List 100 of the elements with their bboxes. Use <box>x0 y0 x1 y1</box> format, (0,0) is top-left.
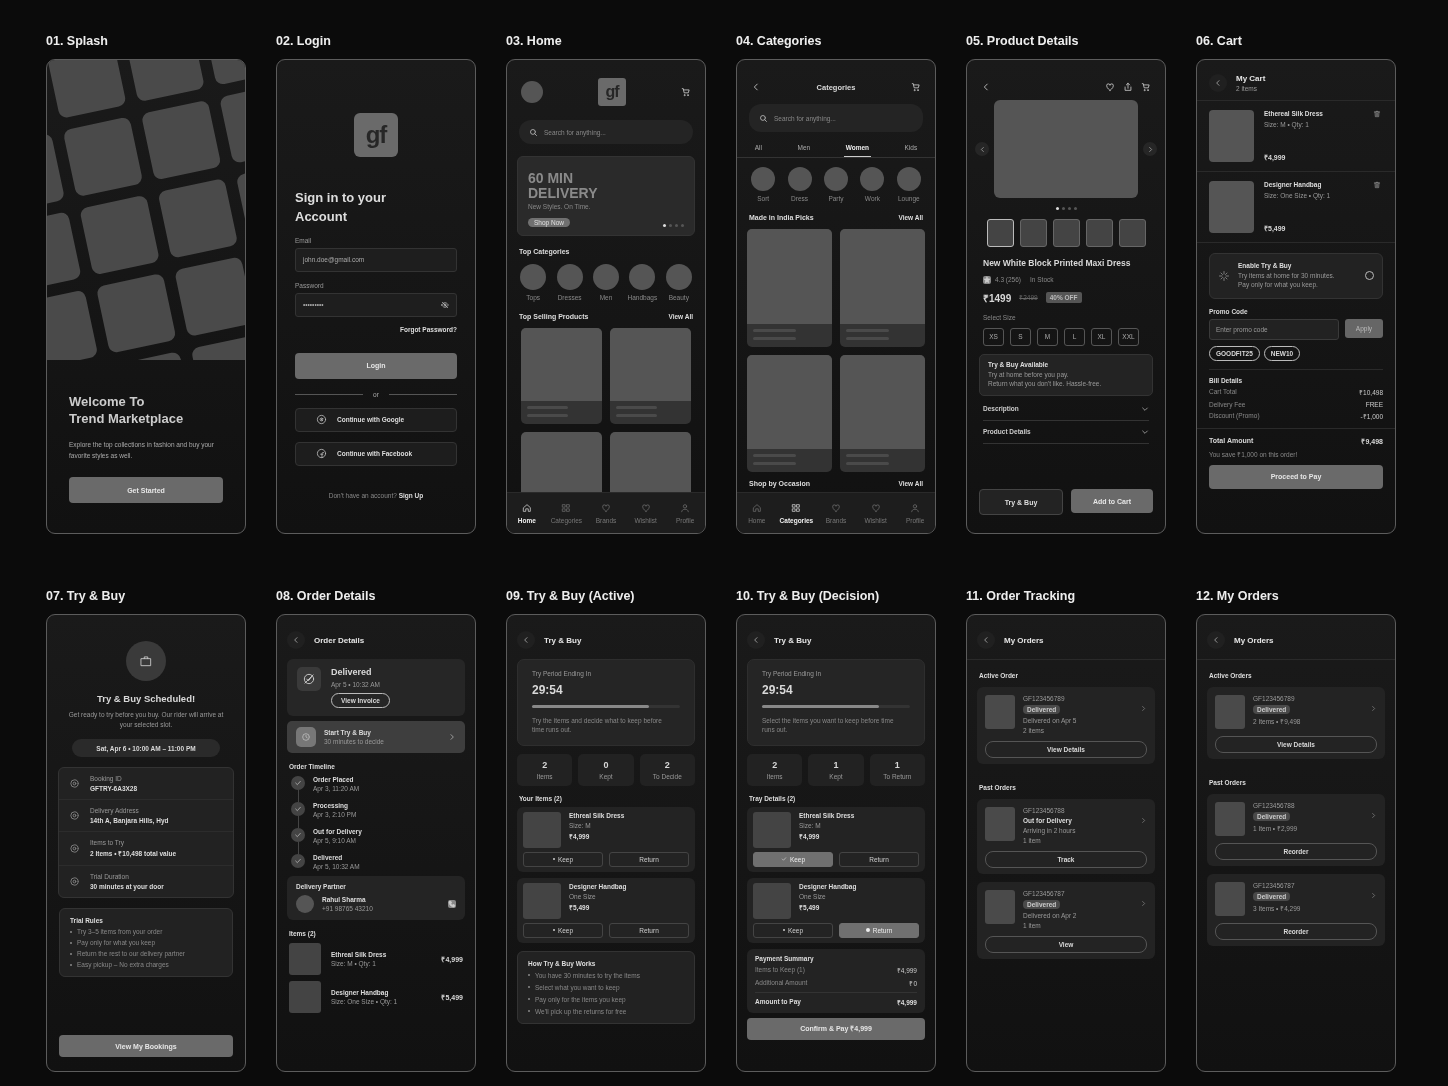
cart-icon[interactable] <box>1141 82 1151 92</box>
carousel-dot[interactable] <box>1073 207 1077 210</box>
cart-icon[interactable] <box>911 82 921 92</box>
welcome-heading: Welcome To Trend Marketplace <box>69 394 185 429</box>
chevron-icon[interactable] <box>1141 427 1149 436</box>
product-thumbnail <box>753 811 791 848</box>
screen-title: 03. Home <box>506 33 563 49</box>
check-icon[interactable] <box>780 856 787 863</box>
avatar <box>296 895 314 913</box>
back-icon[interactable] <box>1212 636 1220 644</box>
product-thumbnail <box>985 807 1015 841</box>
thumbnail[interactable] <box>1118 219 1146 247</box>
price: ₹1499 <box>983 291 1012 305</box>
product-card-placeholder[interactable] <box>610 328 691 424</box>
product-name: New White Block Printed Maxi Dress <box>983 258 1132 270</box>
trash-icon[interactable] <box>1373 181 1381 189</box>
logo: gf <box>598 78 626 106</box>
countdown: 29:54 <box>532 683 564 697</box>
screen-title: 07. Try & Buy <box>46 588 127 604</box>
thumbnail[interactable] <box>1085 219 1113 247</box>
countdown: 29:54 <box>762 683 794 697</box>
heart-icon[interactable] <box>1105 82 1115 92</box>
product-card-placeholder[interactable] <box>840 354 925 472</box>
back-button[interactable] <box>1209 74 1227 92</box>
carousel-dot[interactable] <box>663 224 666 227</box>
status-title: Delivered <box>331 667 373 677</box>
back-icon[interactable] <box>752 636 760 644</box>
share-icon[interactable] <box>1123 82 1133 92</box>
user-icon[interactable] <box>680 502 691 513</box>
bag-icon <box>139 654 153 668</box>
thumbnail[interactable] <box>1052 219 1080 247</box>
target-icon <box>69 843 80 855</box>
chevron-right-icon[interactable] <box>1370 812 1377 819</box>
chevron-right-icon[interactable] <box>1370 705 1377 712</box>
cart-icon[interactable] <box>681 87 691 97</box>
screen-heading: Order Details <box>314 635 365 645</box>
logo: gf <box>354 113 398 157</box>
carousel-dot[interactable] <box>1055 207 1059 210</box>
carousel-dot[interactable] <box>681 224 684 227</box>
product-thumbnail <box>523 882 561 919</box>
chevron-icon[interactable] <box>1141 404 1149 413</box>
dot-icon <box>865 928 870 933</box>
product-thumbnail <box>1215 882 1245 916</box>
back-button[interactable] <box>747 631 765 649</box>
trash-icon[interactable] <box>1373 110 1381 118</box>
back-button[interactable] <box>287 631 305 649</box>
back-icon[interactable] <box>1214 79 1222 87</box>
confirmation-heading: Try & Buy Scheduled! <box>96 693 196 704</box>
thumbnail[interactable] <box>986 219 1014 247</box>
thumbnail[interactable] <box>1019 219 1047 247</box>
clock-icon[interactable] <box>296 727 316 747</box>
back-icon[interactable] <box>292 636 300 644</box>
search-icon <box>529 127 538 137</box>
eye-slash-icon[interactable] <box>441 300 449 309</box>
google-icon[interactable] <box>316 414 327 426</box>
product-thumbnail <box>1215 695 1245 729</box>
chevron-right-icon[interactable] <box>1140 900 1147 907</box>
product-card-placeholder[interactable] <box>840 229 925 347</box>
carousel-dot[interactable] <box>1061 207 1065 210</box>
stat-value: 1 <box>893 759 901 770</box>
chevron-right-icon[interactable] <box>1370 892 1377 899</box>
carousel-dot[interactable] <box>675 224 678 227</box>
back-icon[interactable] <box>981 82 991 92</box>
back-button[interactable] <box>977 631 995 649</box>
facebook-icon[interactable] <box>316 448 327 460</box>
stat-value: 1 <box>832 759 840 770</box>
chevron-right-icon[interactable] <box>1140 817 1147 824</box>
sparkle-icon <box>1218 269 1230 282</box>
sign-in-heading: Sign in to your Account <box>295 189 387 226</box>
back-button[interactable] <box>517 631 535 649</box>
carousel-dot[interactable] <box>1067 207 1071 210</box>
product-card-placeholder[interactable] <box>747 354 832 472</box>
back-icon[interactable] <box>751 82 761 92</box>
back-icon[interactable] <box>522 636 530 644</box>
screen-heading: My Orders <box>1234 635 1274 645</box>
chevron-right-icon[interactable] <box>448 733 456 741</box>
product-thumbnail <box>1215 802 1245 836</box>
screen-title: 11. Order Tracking <box>966 588 1077 604</box>
product-card-placeholder[interactable] <box>521 328 602 424</box>
back-button[interactable] <box>1207 631 1225 649</box>
grid-icon[interactable] <box>791 502 802 513</box>
product-card-placeholder[interactable] <box>747 229 832 347</box>
product-thumbnail <box>1209 110 1254 162</box>
carousel-dot[interactable] <box>669 224 672 227</box>
stat-value: 2 <box>541 759 549 770</box>
target-icon <box>69 876 80 888</box>
product-thumbnail <box>1209 181 1254 233</box>
screen-title: 04. Categories <box>736 33 823 49</box>
product-thumbnail <box>289 981 321 1013</box>
screen-title: 09. Try & Buy (Active) <box>506 588 636 604</box>
home-icon[interactable] <box>521 502 532 513</box>
back-icon[interactable] <box>982 636 990 644</box>
phone-icon[interactable] <box>448 900 456 908</box>
stat-value: 0 <box>602 759 610 770</box>
screen-title: 02. Login <box>276 33 332 49</box>
chevron-right-icon[interactable] <box>1140 705 1147 712</box>
stat-value: 2 <box>771 759 779 770</box>
avatar[interactable] <box>521 81 543 103</box>
banner-title: 60 MIN DELIVERY <box>528 171 599 201</box>
user-icon[interactable] <box>910 502 921 513</box>
